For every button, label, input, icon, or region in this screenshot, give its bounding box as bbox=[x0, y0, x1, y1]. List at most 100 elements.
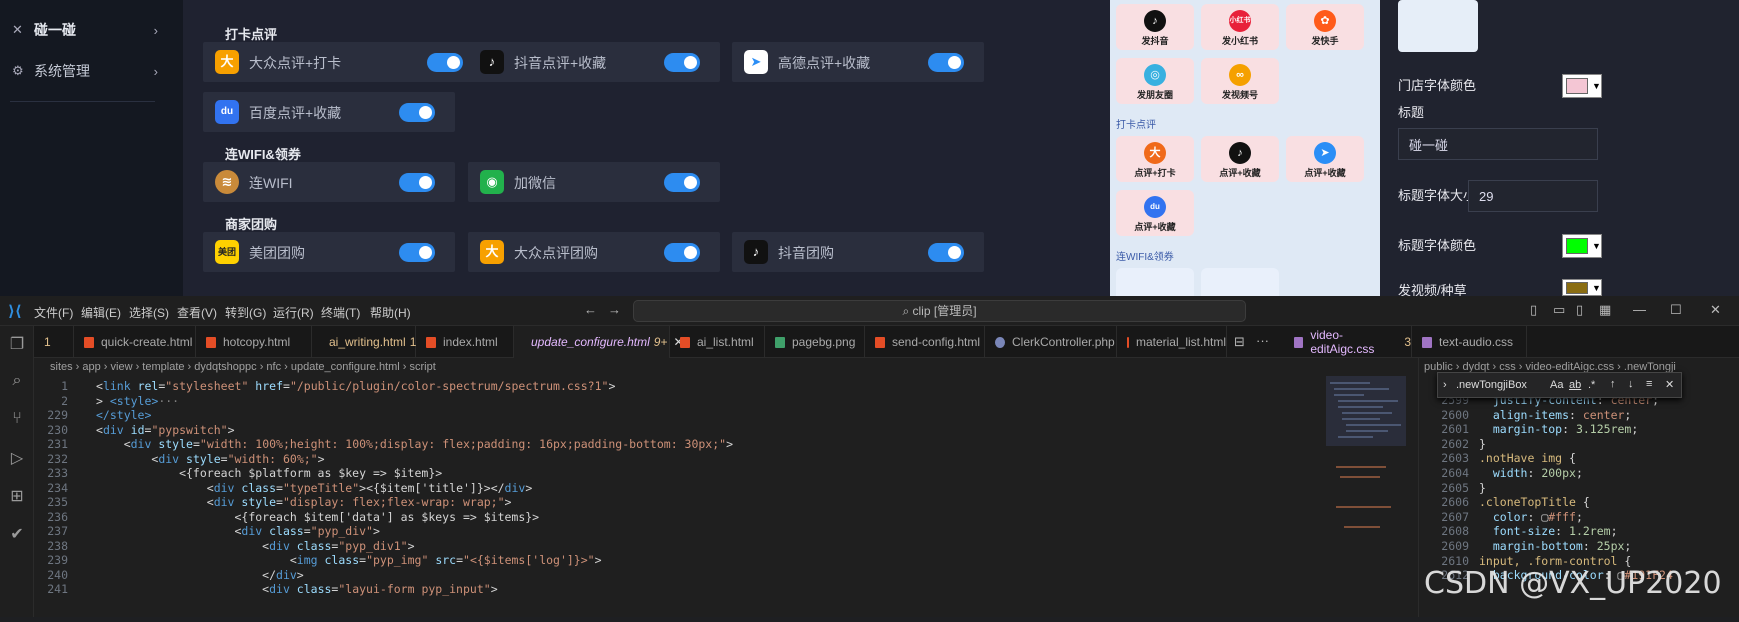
menu-edit[interactable]: 编辑(E) bbox=[81, 304, 121, 321]
store-font-color-picker[interactable]: ▼ bbox=[1562, 74, 1602, 98]
search-icon[interactable]: ⌕ bbox=[7, 372, 27, 392]
tab[interactable]: ai_writing.html 1 bbox=[312, 326, 416, 358]
forward-arrow-icon[interactable]: → bbox=[608, 302, 621, 317]
code-token: "pyp_div1" bbox=[338, 538, 408, 553]
menu-goto[interactable]: 转到(G) bbox=[225, 304, 266, 321]
preview-tile[interactable]: 大 点评+打卡 bbox=[1116, 136, 1194, 182]
background-thumbnail[interactable] bbox=[1398, 0, 1478, 52]
tab-right-active[interactable]: video-editAigc.css 3 bbox=[1284, 326, 1412, 358]
chevron-right-icon[interactable]: › bbox=[1443, 379, 1447, 391]
menu-run[interactable]: 运行(R) bbox=[273, 304, 314, 321]
preview-tile[interactable]: du 点评+收藏 bbox=[1116, 190, 1194, 236]
sidebar-item-pengyipeng[interactable]: ✕ 碰一碰 › bbox=[12, 19, 162, 41]
tab[interactable]: 1 bbox=[34, 326, 74, 358]
find-in-selection-icon[interactable]: ≡ bbox=[1646, 378, 1652, 390]
enable-toggle[interactable] bbox=[399, 243, 435, 262]
code-editor[interactable]: 1 <link rel="stylesheet" href="/public/pl… bbox=[34, 376, 1324, 617]
enable-toggle[interactable] bbox=[399, 173, 435, 192]
preview-tile[interactable]: ➤ 点评+收藏 bbox=[1286, 136, 1364, 182]
tab[interactable]: ClerkController.php bbox=[985, 326, 1117, 358]
code-token: = bbox=[276, 495, 283, 509]
menu-help[interactable]: 帮助(H) bbox=[370, 304, 411, 321]
enable-toggle[interactable] bbox=[928, 243, 964, 262]
html-file-icon bbox=[1127, 336, 1129, 348]
source-control-icon[interactable]: ⑂ bbox=[7, 410, 27, 430]
sidebar-item-system[interactable]: ⚙ 系统管理 › bbox=[12, 60, 162, 82]
tab-label: ClerkController.php bbox=[1012, 335, 1115, 349]
run-debug-icon[interactable]: ▷ bbox=[7, 448, 27, 468]
minimize-icon[interactable]: — bbox=[1633, 302, 1646, 317]
menu-view[interactable]: 查看(V) bbox=[177, 304, 217, 321]
regex-icon[interactable]: .* bbox=[1588, 379, 1595, 391]
tab[interactable]: hotcopy.html bbox=[196, 326, 312, 358]
phone-preview: ♪ 发抖音 小红书 发小红书 ✿ 发快手 ◎ 发朋友圈 ∞ 发视频号 打卡点评 … bbox=[1110, 0, 1380, 296]
tab-active[interactable]: update_configure.html 9+ ✕ bbox=[514, 326, 684, 358]
platform-card: 大 大众点评+打卡 bbox=[203, 42, 483, 82]
match-case-icon[interactable]: Aa bbox=[1550, 379, 1563, 391]
layout-sidebar-icon[interactable]: ▯ bbox=[1530, 302, 1537, 318]
maximize-icon[interactable]: ☐ bbox=[1670, 302, 1682, 318]
preview-section-wifi: 连WIFI&领券 bbox=[1116, 252, 1174, 263]
code-token: src bbox=[435, 553, 457, 567]
enable-toggle[interactable] bbox=[399, 103, 435, 122]
preview-tile[interactable]: 小红书 发小红书 bbox=[1201, 4, 1279, 50]
back-arrow-icon[interactable]: ← bbox=[584, 302, 597, 317]
video-color-picker[interactable]: ▼ bbox=[1562, 279, 1602, 296]
menu-selection[interactable]: 选择(S) bbox=[129, 304, 169, 321]
layout-customize-icon[interactable]: ▦ bbox=[1599, 302, 1611, 318]
preview-tile[interactable] bbox=[1116, 268, 1194, 296]
activity-bar: ❐ ⌕ ⑂ ▷ ⊞ ✔ bbox=[0, 326, 34, 617]
code-token: div bbox=[241, 524, 270, 538]
enable-toggle[interactable] bbox=[664, 173, 700, 192]
web-admin-area: ✕ 碰一碰 › ⚙ 系统管理 › 打卡点评 连WIFI&领券 商家团购 大 大众… bbox=[0, 0, 1739, 296]
preview-tile[interactable]: ♪ 点评+收藏 bbox=[1201, 136, 1279, 182]
search-text: clip [管理员] bbox=[912, 304, 977, 318]
breadcrumb[interactable]: sites › app › view › template › dydqtsho… bbox=[50, 358, 436, 376]
preview-tile[interactable]: ✿ 发快手 bbox=[1286, 4, 1364, 50]
testing-icon[interactable]: ✔ bbox=[7, 524, 27, 544]
tab[interactable]: index.html bbox=[416, 326, 514, 358]
douyin-icon: ♪ bbox=[480, 50, 504, 74]
preview-tile[interactable] bbox=[1201, 268, 1279, 296]
enable-toggle[interactable] bbox=[664, 243, 700, 262]
preview-tile[interactable]: ♪ 发抖音 bbox=[1116, 4, 1194, 50]
menu-terminal[interactable]: 终端(T) bbox=[321, 304, 360, 321]
prev-match-icon[interactable]: ↑ bbox=[1610, 378, 1616, 390]
code-line[interactable]: 241 <div class="layui-form pyp_input"> bbox=[34, 581, 1314, 597]
minimap[interactable] bbox=[1326, 376, 1406, 617]
code-text: margin-top: 3.125rem; bbox=[1479, 421, 1638, 438]
tab[interactable]: pagebg.png bbox=[765, 326, 865, 358]
kuaishou-icon: ✿ bbox=[1314, 10, 1336, 32]
whole-word-icon[interactable]: ab bbox=[1569, 379, 1581, 391]
tab[interactable]: send-config.html bbox=[865, 326, 985, 358]
title-color-picker[interactable]: ▼ bbox=[1562, 234, 1602, 258]
amap-icon: ➤ bbox=[1314, 142, 1336, 164]
enable-toggle[interactable] bbox=[664, 53, 700, 72]
tab[interactable]: material_list.html bbox=[1117, 326, 1227, 358]
menu-file[interactable]: 文件(F) bbox=[34, 304, 73, 321]
title-size-input[interactable]: 29 bbox=[1468, 180, 1598, 212]
explorer-icon[interactable]: ❐ bbox=[7, 334, 27, 354]
close-icon[interactable]: ✕ bbox=[1710, 302, 1721, 318]
layout-panel-icon[interactable]: ▭ bbox=[1553, 302, 1565, 318]
tab[interactable]: text-audio.css bbox=[1412, 326, 1527, 358]
command-center-search[interactable]: ⌕ clip [管理员] bbox=[633, 300, 1246, 322]
next-match-icon[interactable]: ↓ bbox=[1628, 378, 1634, 390]
layout-secondary-icon[interactable]: ▯ bbox=[1576, 302, 1583, 318]
section-title-group: 商家团购 bbox=[225, 217, 278, 232]
close-icon[interactable]: ✕ bbox=[1665, 378, 1674, 391]
title-input[interactable]: 碰一碰 bbox=[1398, 128, 1598, 160]
code-token: <style> bbox=[109, 393, 159, 408]
extensions-icon[interactable]: ⊞ bbox=[7, 486, 27, 506]
code-token: div bbox=[130, 437, 159, 451]
preview-tile[interactable]: ◎ 发朋友圈 bbox=[1116, 58, 1194, 104]
more-actions-icon[interactable]: ··· bbox=[1256, 333, 1269, 348]
platform-card: ♪ 抖音团购 bbox=[732, 232, 984, 272]
preview-tile[interactable]: ∞ 发视频号 bbox=[1201, 58, 1279, 104]
enable-toggle[interactable] bbox=[928, 53, 964, 72]
tab[interactable]: ai_list.html bbox=[670, 326, 765, 358]
tab[interactable]: quick-create.html bbox=[74, 326, 196, 358]
split-editor-icon[interactable]: ⊟ bbox=[1234, 334, 1245, 350]
find-input[interactable]: .newTongjiBox bbox=[1456, 379, 1527, 391]
enable-toggle[interactable] bbox=[427, 53, 463, 72]
